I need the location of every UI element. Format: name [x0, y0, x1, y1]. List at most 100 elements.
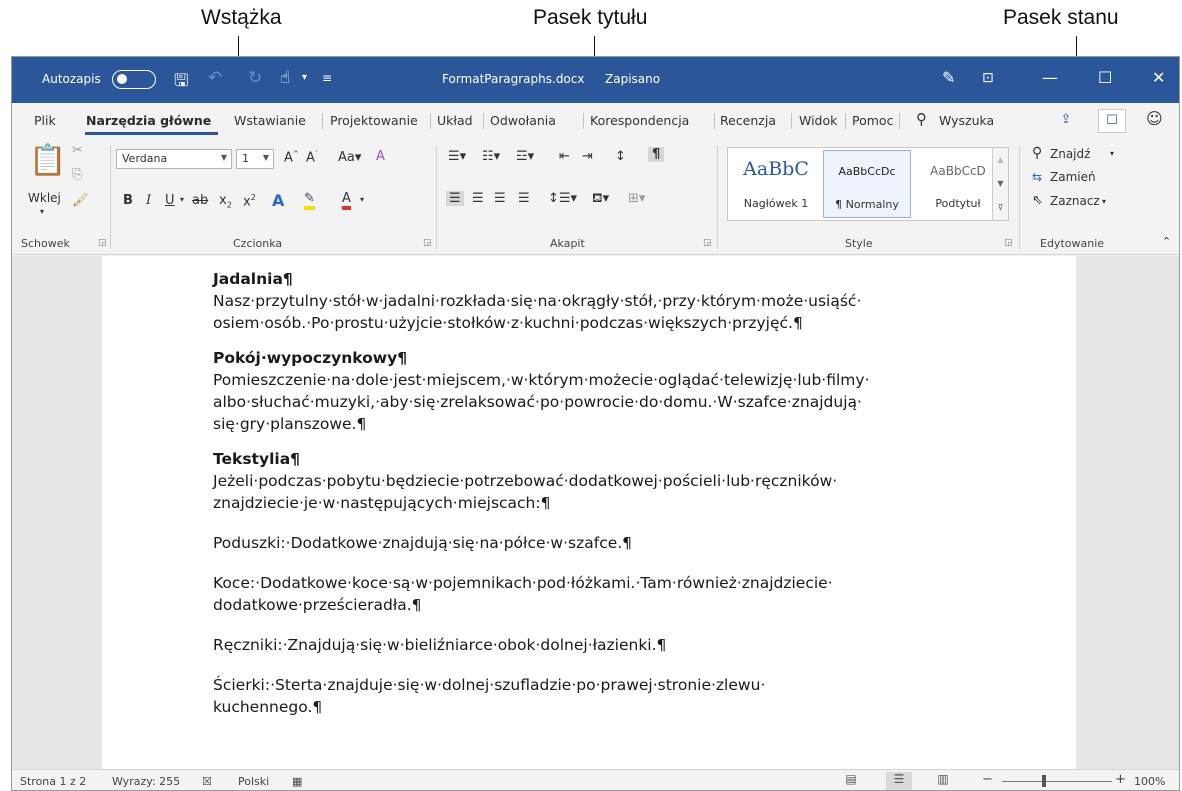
tab-review[interactable]: Recenzja [720, 113, 776, 128]
save-icon[interactable]: 🖫 [174, 68, 188, 97]
redo-icon[interactable]: ↻ [248, 68, 262, 88]
scroll-up-icon[interactable]: ▲ [993, 148, 1008, 172]
styles-scroll[interactable]: ▲ ▼ ⊽ [992, 148, 1008, 220]
search-icon[interactable]: ⚲ [916, 110, 927, 128]
strikethrough-icon[interactable]: ab [192, 193, 208, 208]
print-layout-icon[interactable]: ☰ [886, 772, 912, 790]
close-icon[interactable]: ✕ [1152, 68, 1165, 87]
style-subtitle[interactable]: AaBbCcD Podtytuł [914, 150, 1002, 218]
accessibility-icon[interactable]: ▦ [292, 775, 302, 788]
numbering-icon[interactable]: ☷▾ [482, 149, 500, 164]
undo-icon[interactable]: ↶ [208, 68, 222, 88]
tab-design[interactable]: Projektowanie [330, 113, 418, 128]
tab-home[interactable]: Narzędzia główne [86, 113, 211, 128]
cut-icon[interactable]: ✂ [72, 143, 83, 158]
zoom-slider-thumb[interactable] [1042, 775, 1046, 787]
document-page[interactable]: Jadalnia¶ Nasz·przytulny·stół·w·jadalni·… [102, 256, 1076, 769]
select-dropdown-icon[interactable]: ▾ [1102, 197, 1106, 206]
clear-formatting-icon[interactable]: A [376, 149, 385, 164]
font-color-icon[interactable]: A [342, 191, 351, 210]
maximize-icon[interactable]: ☐ [1098, 68, 1112, 87]
qat-dropdown-icon[interactable]: ▾ [302, 72, 307, 83]
autosave-toggle[interactable] [112, 70, 156, 89]
paste-dropdown-icon[interactable]: ▾ [40, 207, 44, 216]
scroll-down-icon[interactable]: ▼ [993, 172, 1008, 196]
justify-icon[interactable]: ☰ [518, 191, 530, 206]
tab-references[interactable]: Odwołania [490, 113, 556, 128]
zoom-level[interactable]: 100% [1134, 775, 1165, 788]
page-count[interactable]: Strona 1 z 2 [20, 775, 86, 788]
sort-icon[interactable]: ↕ [615, 149, 626, 164]
align-left-icon[interactable]: ☰ [446, 191, 464, 206]
highlight-icon[interactable]: ✎ [304, 191, 315, 210]
line-spacing-icon[interactable]: ↕☰▾ [548, 191, 577, 206]
share-button[interactable]: ⇪ [1052, 109, 1080, 133]
shrink-font-icon[interactable]: Aˇ [306, 150, 318, 165]
language[interactable]: Polski [238, 775, 269, 788]
show-formatting-icon[interactable]: ¶ [648, 147, 665, 162]
borders-icon[interactable]: ⊞▾ [628, 191, 645, 206]
pen-icon[interactable]: ✎ [942, 68, 955, 87]
find-dropdown-icon[interactable]: ▾ [1110, 149, 1114, 158]
decrease-indent-icon[interactable]: ⇤ [559, 149, 570, 164]
document-content[interactable]: Jadalnia¶ Nasz·przytulny·stół·w·jadalni·… [213, 268, 870, 731]
zoom-out-icon[interactable]: − [982, 772, 993, 787]
clipboard-launcher-icon[interactable]: ◲ [98, 238, 107, 248]
tell-me-search[interactable]: Wyszuka [939, 113, 994, 128]
customize-qat-icon[interactable]: ≡ [322, 71, 332, 85]
paste-icon[interactable]: 📋 [29, 143, 66, 178]
replace-icon[interactable]: ⇆ [1032, 170, 1042, 184]
font-launcher-icon[interactable]: ◲ [423, 238, 432, 248]
ribbon-display-icon[interactable]: ⊡ [982, 70, 994, 86]
format-painter-icon[interactable]: 🖌 [72, 193, 89, 208]
text-line: Nasz·przytulny·stół·w·jadalni·rozkłada·s… [213, 292, 862, 310]
comments-button[interactable]: ☐ [1098, 109, 1126, 133]
change-case-icon[interactable]: Aa▾ [338, 150, 361, 165]
tab-layout[interactable]: Układ [437, 113, 473, 128]
touch-mode-icon[interactable]: ☝ [280, 68, 290, 88]
more-styles-icon[interactable]: ⊽ [993, 196, 1008, 220]
web-layout-icon[interactable]: ▥ [930, 772, 956, 790]
feedback-smiley-icon[interactable]: ☺ [1146, 109, 1163, 128]
zoom-slider-track[interactable] [1002, 781, 1112, 782]
proofing-icon[interactable]: ☒ [202, 775, 212, 788]
tab-help[interactable]: Pomoc [852, 113, 893, 128]
read-mode-icon[interactable]: ▤ [838, 772, 864, 790]
grow-font-icon[interactable]: A^ [284, 150, 299, 165]
multilevel-list-icon[interactable]: ☲▾ [516, 149, 534, 164]
word-count[interactable]: Wyrazy: 255 [112, 775, 180, 788]
style-heading1[interactable]: AaBbC Nagłówek 1 [732, 150, 820, 218]
tab-mailings[interactable]: Korespondencja [590, 113, 689, 128]
collapse-ribbon-icon[interactable]: ⌃ [1162, 235, 1171, 248]
text-effects-icon[interactable]: A [272, 191, 284, 210]
font-color-dropdown-icon[interactable]: ▾ [360, 195, 364, 204]
italic-icon[interactable]: I [146, 193, 151, 208]
underline-dropdown-icon[interactable]: ▾ [180, 195, 184, 204]
style-normal[interactable]: AaBbCcDc ¶ Normalny [823, 150, 911, 218]
find-icon[interactable]: ⚲ [1032, 145, 1042, 161]
subscript-icon[interactable]: x2 [219, 193, 232, 210]
styles-launcher-icon[interactable]: ◲ [1004, 238, 1013, 248]
paragraph-launcher-icon[interactable]: ◲ [703, 238, 712, 248]
align-center-icon[interactable]: ☰ [472, 191, 484, 206]
find-button[interactable]: Znajdź [1050, 147, 1090, 161]
font-name-combo[interactable]: Verdana ▼ [116, 149, 232, 169]
shading-icon[interactable]: ⛾▾ [592, 191, 609, 208]
increase-indent-icon[interactable]: ⇥ [582, 149, 593, 164]
bullets-icon[interactable]: ☰▾ [448, 149, 466, 164]
font-size-combo[interactable]: 1 ▼ [236, 149, 274, 169]
replace-button[interactable]: Zamień [1050, 170, 1096, 184]
tab-view[interactable]: Widok [799, 113, 837, 128]
select-icon[interactable]: ⇖ [1032, 193, 1043, 208]
underline-icon[interactable]: U [165, 193, 175, 208]
superscript-icon[interactable]: x2 [243, 193, 256, 209]
paste-button[interactable]: Wklej [28, 191, 61, 205]
select-button[interactable]: Zaznacz [1050, 194, 1100, 208]
tab-file[interactable]: Plik [34, 113, 56, 128]
minimize-icon[interactable]: — [1042, 68, 1058, 87]
align-right-icon[interactable]: ☰ [494, 191, 506, 206]
bold-icon[interactable]: B [123, 193, 133, 208]
tab-insert[interactable]: Wstawianie [234, 113, 306, 128]
copy-icon[interactable]: ⎘ [72, 167, 82, 182]
zoom-in-icon[interactable]: + [1115, 772, 1126, 787]
